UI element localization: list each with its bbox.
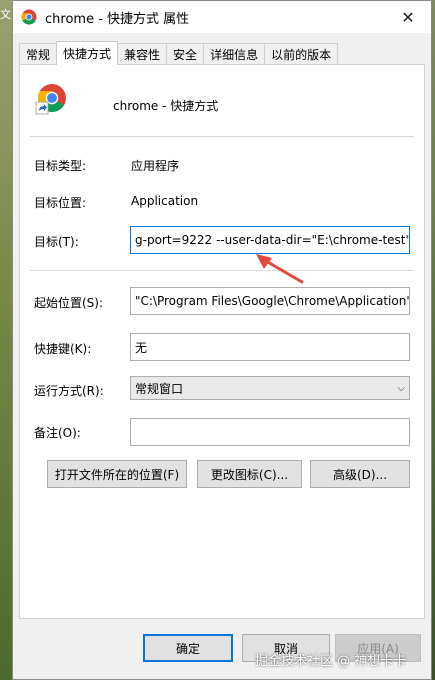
- tab-shortcut[interactable]: 快捷方式: [56, 41, 119, 65]
- chrome-shortcut-icon: [35, 84, 66, 115]
- properties-window: chrome - 快捷方式 属性 ✕ 常规 快捷方式 兼容性 安全 详细信息 以…: [12, 0, 432, 680]
- tab-previous-versions[interactable]: 以前的版本: [264, 43, 339, 65]
- target-location-label: 目标位置:: [34, 196, 87, 210]
- close-button[interactable]: ✕: [385, 1, 431, 33]
- target-type-label: 目标类型:: [34, 159, 87, 173]
- start-location-input[interactable]: "C:\Program Files\Google\Chrome\Applicat…: [130, 287, 410, 315]
- shortcut-name: chrome - 快捷方式: [113, 99, 219, 113]
- tab-details[interactable]: 详细信息: [203, 43, 266, 65]
- target-type-value: 应用程序: [131, 159, 180, 173]
- target-input[interactable]: g-port=9222 --user-data-dir="E:\chrome-t…: [130, 226, 410, 254]
- chevron-down-icon: ⌵: [397, 382, 405, 394]
- start-location-label: 起始位置(S):: [34, 296, 104, 310]
- run-mode-value: 常规窗口: [135, 381, 184, 396]
- title-bar[interactable]: chrome - 快捷方式 属性 ✕: [13, 1, 431, 33]
- tab-general[interactable]: 常规: [19, 43, 58, 65]
- window-title: chrome - 快捷方式 属性: [45, 11, 190, 27]
- tab-compatibility[interactable]: 兼容性: [117, 43, 168, 65]
- hotkey-input[interactable]: 无: [130, 333, 410, 361]
- shortcut-panel: chrome - 快捷方式 目标类型: 应用程序 目标位置: Applicati…: [19, 64, 425, 619]
- divider: [30, 136, 414, 137]
- change-icon-button[interactable]: 更改图标(C)...: [197, 460, 302, 488]
- hotkey-label: 快捷键(K):: [34, 342, 92, 356]
- comment-label: 备注(O):: [34, 426, 81, 440]
- watermark: 掘金技术社区 @ 神想卡卡: [255, 654, 407, 669]
- tab-security[interactable]: 安全: [166, 43, 205, 65]
- annotation-arrow: [256, 254, 304, 284]
- ok-button[interactable]: 确定: [143, 634, 233, 662]
- advanced-button[interactable]: 高级(D)...: [310, 460, 410, 488]
- desktop-text-left: 文: [0, 8, 11, 21]
- desktop-background: [0, 0, 12, 680]
- divider: [30, 270, 414, 271]
- target-location-value: Application: [131, 194, 199, 208]
- comment-input[interactable]: [130, 418, 410, 446]
- chrome-icon: [21, 9, 37, 25]
- target-label: 目标(T):: [34, 235, 79, 249]
- open-file-location-button[interactable]: 打开文件所在的位置(F): [47, 460, 187, 488]
- tab-strip: 常规 快捷方式 兼容性 安全 详细信息 以前的版本: [19, 41, 339, 65]
- run-mode-select[interactable]: 常规窗口 ⌵: [130, 376, 410, 400]
- run-mode-label: 运行方式(R):: [34, 384, 104, 398]
